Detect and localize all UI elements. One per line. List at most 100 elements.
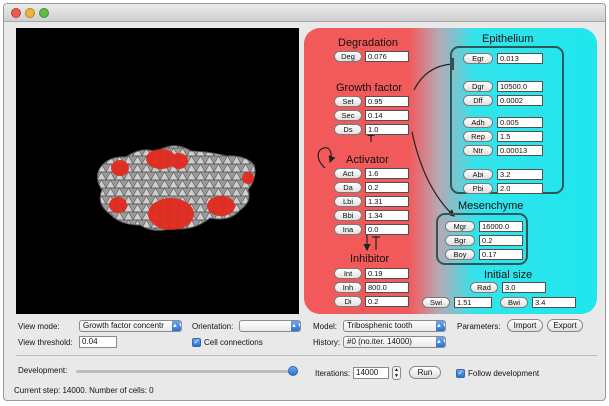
title-bar: [4, 4, 605, 22]
orientation-select[interactable]: ▲▼: [239, 320, 301, 332]
param-act-button[interactable]: Act: [334, 168, 362, 179]
select-arrows-icon: ▲▼: [436, 337, 445, 347]
status-bar: Current step: 14000. Number of cells: 0: [14, 386, 154, 395]
orientation-label: Orientation:: [192, 322, 234, 331]
history-select[interactable]: #0 (no.iter. 14000) ▲▼: [343, 336, 446, 348]
param-bbi-button[interactable]: Bbi: [334, 210, 362, 221]
param-di-field[interactable]: 0.2: [365, 296, 409, 307]
param-bwi-button[interactable]: Bwi: [500, 297, 528, 308]
param-da-field[interactable]: 0.2: [365, 182, 409, 193]
param-mgr-field[interactable]: 16000.0: [479, 221, 523, 232]
cell-connections-checkbox[interactable]: ✓: [192, 338, 201, 347]
development-slider-track: [76, 370, 298, 373]
param-dgr-field[interactable]: 10500.0: [497, 81, 543, 92]
param-ntr-field[interactable]: 0.00013: [497, 145, 543, 156]
param-da-button[interactable]: Da: [334, 182, 362, 193]
param-rad-button[interactable]: Rad: [470, 282, 498, 293]
separator: [16, 355, 597, 356]
param-adh-field[interactable]: 0.005: [497, 117, 543, 128]
degradation-title: Degradation: [338, 37, 398, 49]
development-slider-thumb[interactable]: [288, 366, 298, 376]
param-swi-button[interactable]: Swi: [422, 297, 450, 308]
epithelium-title: Epithelium: [482, 33, 534, 45]
view-mode-value: Growth factor concentr: [83, 321, 164, 330]
param-inh-field[interactable]: 800.0: [365, 282, 409, 293]
model-select[interactable]: Tribosphenic tooth ▲▼: [343, 320, 446, 332]
param-rep-button[interactable]: Rep: [463, 131, 493, 142]
param-ina-field[interactable]: 0.0: [365, 224, 409, 235]
param-pbi-button[interactable]: Pbi: [463, 183, 493, 194]
param-ina-button[interactable]: Ina: [334, 224, 362, 235]
close-window-button[interactable]: [11, 8, 21, 18]
model-label: Model:: [313, 322, 338, 331]
import-button[interactable]: Import: [507, 319, 543, 332]
cell-connections-label: Cell connections: [204, 338, 263, 347]
param-bgr-button[interactable]: Bgr: [445, 235, 475, 246]
run-button[interactable]: Run: [409, 366, 441, 379]
initial-size-title: Initial size: [484, 269, 533, 281]
model-parameter-panel: Degradation Growth factor Activator Inhi…: [304, 28, 597, 314]
param-int-field[interactable]: 0.19: [365, 268, 409, 279]
follow-development-checkbox[interactable]: ✓: [456, 369, 465, 378]
view-threshold-label: View threshold:: [18, 338, 73, 347]
param-set-button[interactable]: Set: [334, 96, 362, 107]
param-ds-button[interactable]: Ds: [334, 124, 362, 135]
history-value: #0 (no.iter. 14000): [347, 337, 412, 346]
param-egr-field[interactable]: 0.013: [497, 53, 543, 64]
param-set-field[interactable]: 0.95: [365, 96, 409, 107]
param-dff-field[interactable]: 0.0002: [497, 95, 543, 106]
follow-development-label: Follow development: [468, 369, 540, 378]
param-ntr-button[interactable]: Ntr: [463, 145, 493, 156]
param-pbi-field[interactable]: 2.0: [497, 183, 543, 194]
param-bgr-field[interactable]: 0.2: [479, 235, 523, 246]
zoom-window-button[interactable]: [39, 8, 49, 18]
parameters-label: Parameters:: [457, 322, 501, 331]
development-label: Development:: [18, 366, 68, 375]
view-mode-select[interactable]: Growth factor concentr ▲▼: [79, 320, 182, 332]
growth-factor-title: Growth factor: [336, 82, 403, 94]
param-lbi-button[interactable]: Lbi: [334, 196, 362, 207]
app-window: Degradation Growth factor Activator Inhi…: [3, 3, 606, 401]
param-abi-button[interactable]: Abi: [463, 169, 493, 180]
param-inh-button[interactable]: Inh: [334, 282, 362, 293]
export-button[interactable]: Export: [547, 319, 583, 332]
param-egr-button[interactable]: Egr: [463, 53, 493, 64]
3d-viewport[interactable]: [16, 28, 299, 314]
param-bwi-field[interactable]: 3.4: [532, 297, 576, 308]
param-deg-field[interactable]: 0.076: [365, 51, 409, 62]
param-mgr-button[interactable]: Mgr: [445, 221, 475, 232]
inhibitor-title: Inhibitor: [350, 253, 390, 265]
view-threshold-input[interactable]: 0.04: [79, 336, 117, 348]
iterations-stepper[interactable]: ▲ ▼: [392, 366, 401, 380]
param-sec-field[interactable]: 0.14: [365, 110, 409, 121]
param-di-button[interactable]: Di: [334, 296, 362, 307]
param-dff-button[interactable]: Dff: [463, 95, 493, 106]
activator-title: Activator: [346, 154, 389, 166]
param-deg-button[interactable]: Deg: [334, 51, 362, 62]
development-slider[interactable]: [76, 366, 298, 376]
param-act-field[interactable]: 1.6: [365, 168, 409, 179]
param-boy-field[interactable]: 0.17: [479, 249, 523, 260]
minimize-window-button[interactable]: [25, 8, 35, 18]
history-label: History:: [313, 338, 341, 347]
param-rad-field[interactable]: 3.0: [502, 282, 546, 293]
mesenchyme-title: Mesenchyme: [458, 200, 524, 212]
param-swi-field[interactable]: 1.51: [454, 297, 492, 308]
param-int-button[interactable]: Int: [334, 268, 362, 279]
select-arrows-icon: ▲▼: [436, 321, 445, 331]
param-bbi-field[interactable]: 1.34: [365, 210, 409, 221]
param-sec-button[interactable]: Sec: [334, 110, 362, 121]
param-dgr-button[interactable]: Dgr: [463, 81, 493, 92]
param-lbi-field[interactable]: 1.31: [365, 196, 409, 207]
model-value: Tribosphenic tooth: [347, 321, 413, 330]
iterations-label: Iterations:: [315, 369, 351, 378]
param-ds-field[interactable]: 1.0: [365, 124, 409, 135]
param-boy-button[interactable]: Boy: [445, 249, 475, 260]
param-rep-field[interactable]: 1.5: [497, 131, 543, 142]
param-adh-button[interactable]: Adh: [463, 117, 493, 128]
tooth-mesh-render: [96, 145, 256, 231]
select-arrows-icon: ▲▼: [172, 321, 181, 331]
select-arrows-icon: ▲▼: [291, 321, 300, 331]
param-abi-field[interactable]: 3.2: [497, 169, 543, 180]
iterations-input[interactable]: 14000: [353, 367, 389, 379]
